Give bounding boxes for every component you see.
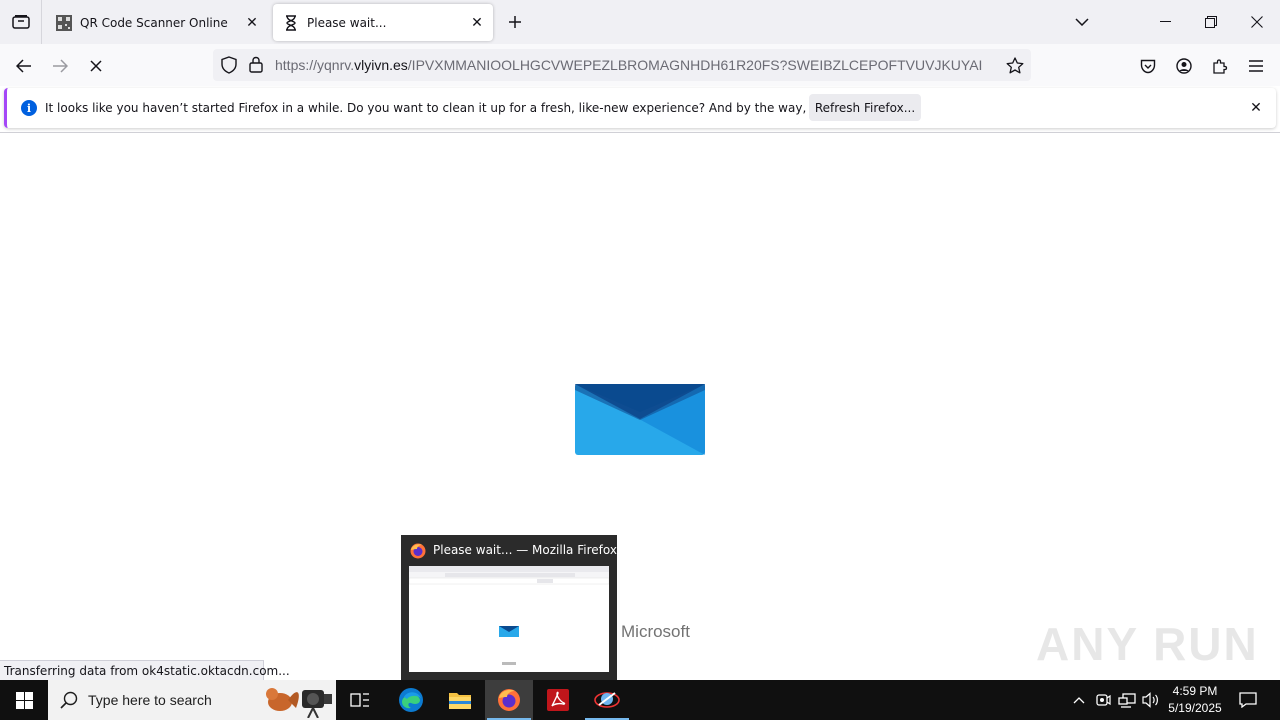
stop-loading-button[interactable]	[82, 52, 110, 80]
task-view-button[interactable]	[336, 680, 384, 720]
folder-icon	[449, 693, 471, 709]
bookmark-star-icon[interactable]	[1005, 55, 1025, 75]
plus-icon	[509, 16, 521, 28]
close-icon	[90, 60, 102, 72]
restore-icon	[1205, 16, 1217, 28]
anyrun-watermark: ANY RUN	[1036, 607, 1257, 673]
tab-qr-code-scanner[interactable]: QR Code Scanner Online ✕	[46, 4, 268, 41]
volume-button[interactable]	[1140, 680, 1162, 720]
app-menu-button[interactable]	[1242, 52, 1270, 80]
url-prefix: https://yqnrv.	[275, 57, 355, 73]
account-icon	[1176, 58, 1192, 74]
clock-date: 5/19/2025	[1168, 701, 1222, 715]
envelope-icon	[575, 384, 705, 455]
tab-title: QR Code Scanner Online	[80, 15, 228, 30]
windows-logo-icon	[15, 691, 33, 709]
refresh-firefox-button[interactable]: Refresh Firefox...	[809, 94, 921, 121]
firefox-view-button[interactable]	[0, 0, 42, 44]
taskbar-search-box[interactable]: Type here to search	[48, 680, 336, 720]
hamburger-menu-icon	[1249, 60, 1263, 72]
pocket-button[interactable]	[1134, 52, 1162, 80]
meet-icon	[1096, 694, 1111, 706]
show-hidden-icons-button[interactable]	[1068, 680, 1090, 720]
network-icon	[1118, 693, 1136, 708]
clock-time: 4:59 PM	[1172, 684, 1218, 698]
edge-taskbar-button[interactable]	[387, 680, 435, 720]
search-highlight-illustration-icon	[266, 688, 332, 718]
extensions-button[interactable]	[1206, 52, 1234, 80]
speaker-icon	[1142, 692, 1158, 708]
restore-button[interactable]	[1188, 0, 1234, 44]
notification-icon	[1239, 692, 1257, 708]
tray-meet-button[interactable]	[1092, 680, 1114, 720]
puzzle-icon	[1213, 59, 1228, 74]
hourglass-icon	[283, 14, 299, 31]
windows-taskbar: Type here to search 4:59 PM 5/19/2025	[0, 680, 1280, 720]
tab-please-wait[interactable]: Please wait... ✕	[273, 4, 493, 41]
arrow-right-icon	[53, 59, 68, 73]
info-icon: i	[21, 100, 37, 116]
firefox-icon	[410, 543, 426, 562]
back-button[interactable]	[10, 52, 38, 80]
url-domain: vlyivn.es	[354, 57, 408, 73]
microsoft-brand-text: Microsoft	[621, 622, 690, 641]
firefox-view-icon	[11, 15, 30, 29]
taskbar-clock[interactable]: 4:59 PM 5/19/2025	[1164, 683, 1226, 717]
pocket-icon	[1140, 59, 1156, 73]
refresh-firefox-notification: i It looks like you haven’t started Fire…	[4, 88, 1276, 128]
status-panel: Transferring data from ok4static.oktacdn…	[0, 660, 290, 681]
close-icon	[1251, 16, 1263, 28]
lock-icon[interactable]	[249, 56, 263, 76]
close-tab-icon[interactable]: ✕	[465, 11, 489, 35]
close-tab-icon[interactable]: ✕	[240, 11, 264, 35]
firefox-icon	[498, 689, 520, 711]
acrobat-taskbar-button[interactable]	[534, 680, 582, 720]
arrow-left-icon	[16, 59, 31, 73]
url-text[interactable]: https://yqnrv.vlyivn.es/IPVXMMANIOOLHGCV…	[275, 57, 982, 73]
task-view-icon	[350, 693, 369, 707]
thumbnail-title: Please wait... — Mozilla Firefox	[433, 543, 617, 557]
file-explorer-taskbar-button[interactable]	[436, 680, 484, 720]
tab-strip: QR Code Scanner Online ✕ Please wait... …	[0, 0, 1280, 44]
url-path: /IPVXMMANIOOLHGCVWEPEZLBROMAGNHDH61R20FS…	[407, 57, 983, 73]
url-bar[interactable]: https://yqnrv.vlyivn.es/IPVXMMANIOOLHGCV…	[213, 49, 1031, 81]
start-button[interactable]	[0, 680, 48, 720]
taskbar-thumbnail-preview[interactable]: Please wait... — Mozilla Firefox	[401, 535, 617, 680]
app-taskbar-button[interactable]	[583, 680, 631, 720]
watermark-text: ANY RUN	[1036, 618, 1259, 670]
tab-title: Please wait...	[307, 15, 387, 30]
close-notification-icon[interactable]: ✕	[1246, 98, 1266, 118]
minimize-icon	[1159, 21, 1171, 22]
chevron-down-icon	[1075, 18, 1089, 26]
close-window-button[interactable]	[1234, 0, 1280, 44]
firefox-taskbar-button[interactable]	[485, 680, 533, 720]
content-divider	[0, 132, 1280, 133]
forward-button[interactable]	[46, 52, 74, 80]
qr-code-icon	[56, 14, 72, 31]
search-icon	[60, 691, 78, 712]
shield-icon[interactable]	[221, 56, 237, 77]
acrobat-icon	[547, 689, 569, 711]
thumbnail-page-preview	[409, 566, 609, 672]
chevron-up-icon	[1073, 697, 1085, 704]
minimize-button[interactable]	[1142, 0, 1188, 44]
search-placeholder: Type here to search	[88, 692, 212, 708]
notification-message: It looks like you haven’t started Firefo…	[45, 101, 901, 115]
new-tab-button[interactable]	[503, 10, 527, 34]
account-button[interactable]	[1170, 52, 1198, 80]
network-button[interactable]	[1116, 680, 1138, 720]
app-icon	[594, 692, 620, 708]
list-all-tabs-button[interactable]	[1070, 10, 1094, 34]
action-center-button[interactable]	[1232, 680, 1264, 720]
mini-page-icon	[409, 566, 609, 665]
edge-icon	[399, 688, 423, 712]
navigation-toolbar: https://yqnrv.vlyivn.es/IPVXMMANIOOLHGCV…	[0, 44, 1280, 86]
